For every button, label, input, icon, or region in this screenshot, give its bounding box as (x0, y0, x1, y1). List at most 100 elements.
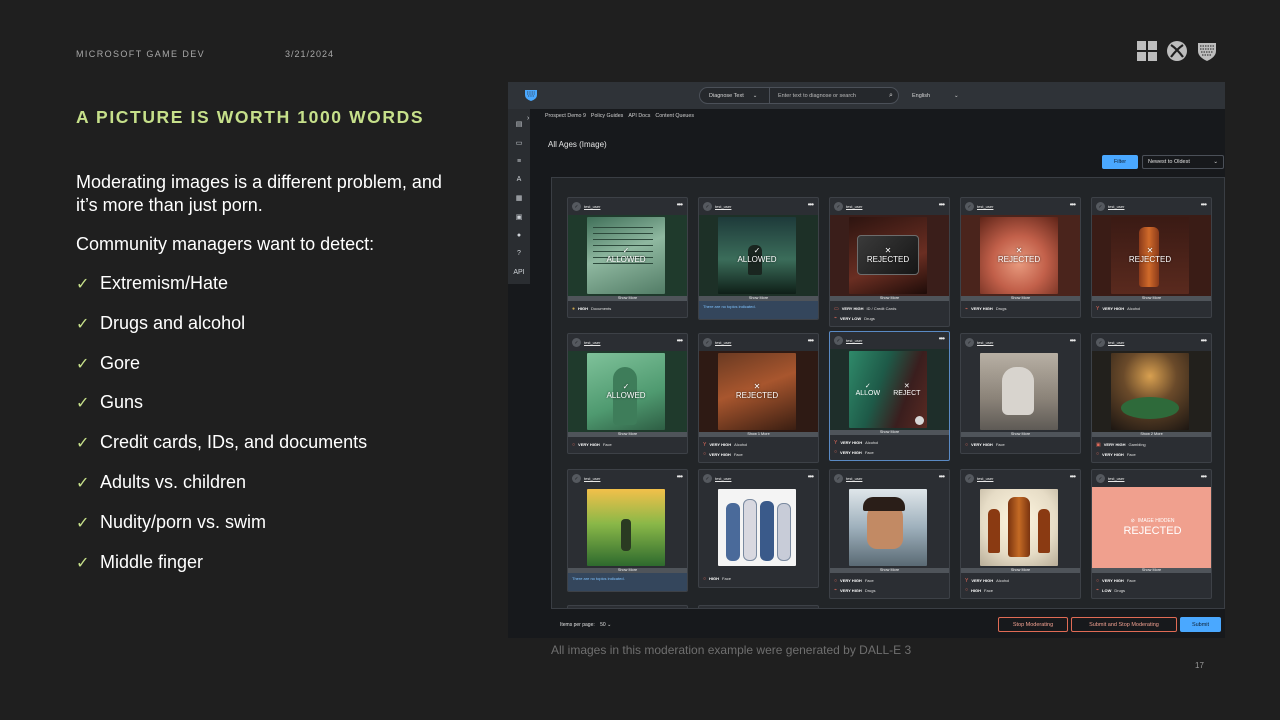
reject-action[interactable]: ✕ REJECT (893, 382, 920, 397)
image-card[interactable]: ✓ test_user ••• ○ HIGH Face (698, 469, 819, 588)
card-user[interactable]: test_user (846, 204, 862, 209)
card-user[interactable]: test_user (715, 204, 731, 209)
select-checkbox[interactable]: ✓ (1096, 474, 1105, 483)
more-options-icon[interactable]: ••• (677, 336, 683, 345)
image-card-selected[interactable]: ✓ test_user ••• ✓ ALLOW ✕ REJECT Show More Y… (829, 331, 950, 461)
image-card[interactable] (698, 605, 819, 608)
card-user[interactable]: test_user (1108, 204, 1124, 209)
submit-and-stop-button[interactable]: Submit and Stop Moderating (1071, 617, 1177, 632)
content-image[interactable]: ✕ REJECTED (980, 217, 1058, 294)
content-image[interactable]: ✕ REJECTED (718, 353, 796, 430)
more-options-icon[interactable]: ••• (1070, 336, 1076, 345)
more-options-icon[interactable]: ••• (677, 472, 683, 481)
stop-moderating-button[interactable]: Stop Moderating (998, 617, 1068, 632)
card-user[interactable]: test_user (715, 476, 731, 481)
breadcrumb-item[interactable]: Content Queues (655, 113, 694, 119)
more-options-icon[interactable]: ••• (808, 336, 814, 345)
image-card[interactable]: ✓ test_user ••• ✕ REJECTED Show More Y VERY … (1091, 197, 1212, 318)
breadcrumb-item[interactable]: Policy Guides (591, 113, 623, 119)
submit-button[interactable]: Submit (1180, 617, 1221, 632)
sort-select[interactable]: Newest to Oldest ⌄ (1142, 155, 1224, 169)
select-checkbox[interactable]: ✓ (1096, 202, 1105, 211)
more-options-icon[interactable]: ••• (808, 200, 814, 209)
breadcrumb-item[interactable]: API Docs (628, 113, 650, 119)
content-image[interactable] (980, 489, 1058, 566)
dashboard-icon[interactable]: ▦ (508, 189, 530, 208)
image-card[interactable]: ✓ test_user ••• ✓ ALLOWED Show More ○ VERY H… (567, 333, 688, 454)
card-user[interactable]: test_user (846, 338, 862, 343)
image-card[interactable]: ✓ test_user ••• ✕ REJECTED Show 1 More Y VER… (698, 333, 819, 463)
more-options-icon[interactable]: ••• (1070, 200, 1076, 209)
diagnose-type-select[interactable]: Diagnose Text ⌄ (700, 88, 770, 103)
image-card[interactable]: ✓ test_user ••• Show More ○ VERY HIGH Face (960, 333, 1081, 454)
select-checkbox[interactable]: ✓ (834, 202, 843, 211)
image-icon[interactable]: ▣ (508, 208, 530, 227)
more-options-icon[interactable]: ••• (677, 200, 683, 209)
breadcrumb-item[interactable]: Prospect Demo 9 (545, 113, 586, 119)
more-options-icon[interactable]: ••• (1201, 200, 1207, 209)
image-card[interactable]: ✓ test_user ••• Show More There are no top… (567, 469, 688, 592)
language-select[interactable]: English ⌄ (906, 87, 964, 104)
select-checkbox[interactable]: ✓ (572, 338, 581, 347)
card-user[interactable]: test_user (846, 476, 862, 481)
content-image[interactable] (1111, 353, 1189, 430)
select-checkbox[interactable]: ✓ (834, 336, 843, 345)
content-image[interactable]: ✓ ALLOW ✕ REJECT (849, 351, 927, 428)
content-image[interactable] (980, 353, 1058, 430)
content-image[interactable] (587, 489, 665, 566)
more-options-icon[interactable]: ••• (1201, 336, 1207, 345)
card-user[interactable]: test_user (715, 340, 731, 345)
chat-icon[interactable]: ▭ (508, 134, 530, 153)
sidebar-expand-icon[interactable]: › (527, 115, 529, 122)
content-image[interactable]: ✓ ALLOWED (587, 353, 665, 430)
select-checkbox[interactable]: ✓ (965, 202, 974, 211)
image-card[interactable]: ✓ test_user ••• Show More Y VERY HIGH Alcoho… (960, 469, 1081, 599)
card-user[interactable]: test_user (977, 204, 993, 209)
card-user[interactable]: test_user (1108, 340, 1124, 345)
more-options-icon[interactable]: ••• (939, 200, 945, 209)
image-card[interactable]: ✓ test_user ••• ✓ ALLOWED Show More ● HIGH Do… (567, 197, 688, 318)
more-options-icon[interactable]: ••• (1070, 472, 1076, 481)
allow-action[interactable]: ✓ ALLOW (856, 382, 881, 397)
content-image[interactable] (849, 489, 927, 566)
card-user[interactable]: test_user (977, 340, 993, 345)
card-user[interactable]: test_user (584, 340, 600, 345)
more-options-icon[interactable]: ••• (939, 334, 945, 343)
card-user[interactable]: test_user (977, 476, 993, 481)
more-options-icon[interactable]: ••• (939, 472, 945, 481)
more-options-icon[interactable]: ••• (1201, 472, 1207, 481)
image-card[interactable]: ✓ test_user ••• ⊘ IMAGE HIDDEN REJECTED Sho… (1091, 469, 1212, 599)
image-card[interactable]: ✓ test_user ••• Show More ○ VERY HIGH Face ⌁… (829, 469, 950, 599)
select-checkbox[interactable]: ✓ (572, 202, 581, 211)
card-user[interactable]: test_user (584, 476, 600, 481)
image-card[interactable]: ✓ test_user ••• ✓ ALLOWED Show More There a… (698, 197, 819, 320)
translate-icon[interactable]: A (508, 171, 530, 190)
image-card[interactable] (567, 605, 688, 608)
more-options-icon[interactable]: ••• (808, 472, 814, 481)
content-image[interactable]: ✕ REJECTED (849, 217, 927, 294)
items-per-page-select[interactable]: 50 ⌄ (600, 622, 611, 628)
content-image[interactable] (718, 489, 796, 566)
settings-icon[interactable]: ● (508, 226, 530, 245)
select-checkbox[interactable]: ✓ (572, 474, 581, 483)
select-checkbox[interactable]: ✓ (965, 338, 974, 347)
filter-button[interactable]: Filter (1102, 155, 1138, 169)
card-user[interactable]: test_user (584, 204, 600, 209)
select-checkbox[interactable]: ✓ (703, 338, 712, 347)
select-checkbox[interactable]: ✓ (703, 474, 712, 483)
image-card[interactable]: ✓ test_user ••• Show 2 More ▣ VERY HIGH Gamb… (1091, 333, 1212, 463)
select-checkbox[interactable]: ✓ (965, 474, 974, 483)
select-checkbox[interactable]: ✓ (834, 474, 843, 483)
image-card[interactable]: ✓ test_user ••• ✕ REJECTED Show More ⌁ VERY … (960, 197, 1081, 318)
app-logo-icon[interactable] (524, 88, 538, 102)
select-checkbox[interactable]: ✓ (1096, 338, 1105, 347)
hidden-image-placeholder[interactable]: ⊘ IMAGE HIDDEN REJECTED (1092, 487, 1211, 568)
image-card[interactable]: ✓ test_user ••• ✕ REJECTED Show More ▭ VERY … (829, 197, 950, 327)
content-image[interactable]: ✓ ALLOWED (587, 217, 665, 294)
content-image[interactable]: ✓ ALLOWED (718, 217, 796, 294)
filter-list-icon[interactable]: ≡ (508, 152, 530, 171)
card-user[interactable]: test_user (1108, 476, 1124, 481)
api-icon[interactable]: API (508, 263, 530, 282)
help-icon[interactable]: ? (508, 245, 530, 264)
search-icon[interactable]: ⌕ (884, 92, 898, 100)
